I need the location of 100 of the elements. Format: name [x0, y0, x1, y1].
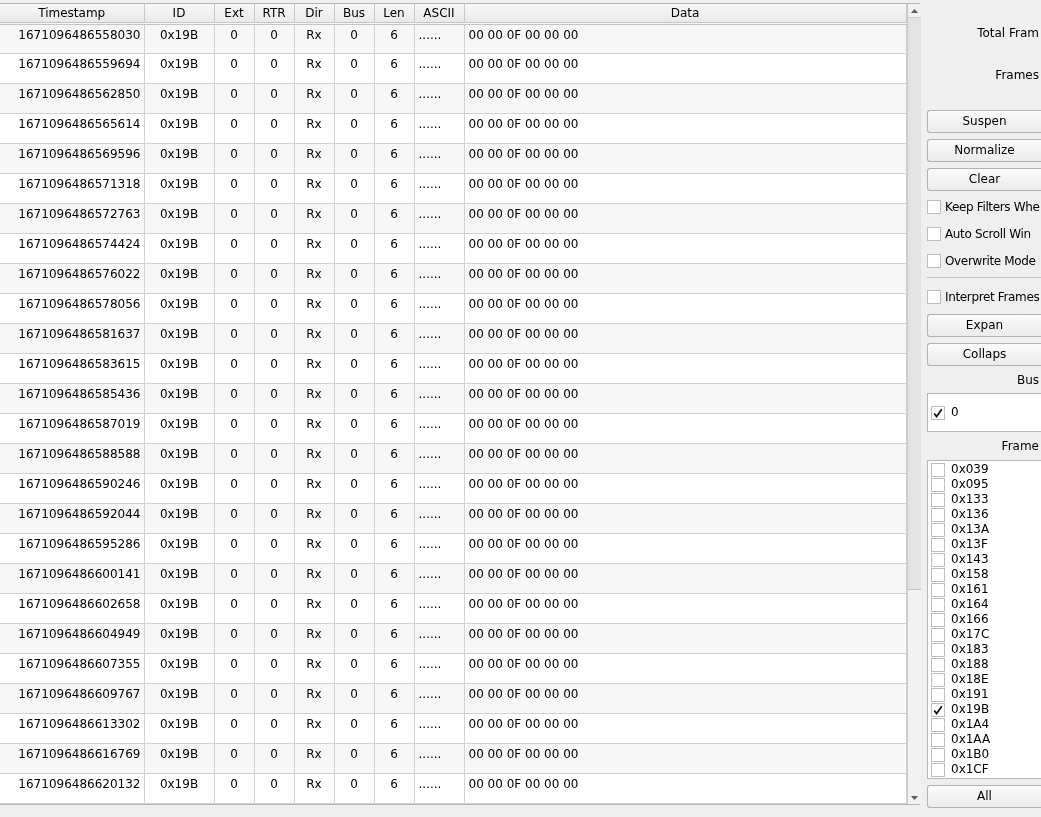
checkbox[interactable] — [927, 290, 941, 304]
checkbox[interactable] — [927, 254, 941, 268]
panel-button[interactable]: Normalize — [927, 139, 1041, 162]
list-item-label[interactable]: 0x13F — [951, 537, 988, 552]
column-header[interactable]: Ext — [214, 4, 254, 24]
checkbox[interactable] — [931, 687, 945, 702]
table-cell: 00 00 0F 00 00 00 — [464, 323, 906, 354]
checkbox-label[interactable]: Keep Filters Whe — [945, 199, 1040, 215]
list-item-label[interactable]: 0x143 — [951, 552, 989, 567]
column-header[interactable]: ASCII — [414, 4, 464, 24]
checkbox[interactable] — [931, 492, 945, 507]
column-header[interactable]: Len — [374, 4, 414, 24]
list-item-label[interactable]: 0x191 — [951, 687, 989, 702]
checkbox[interactable] — [931, 612, 945, 627]
list-item-label[interactable]: 0x17C — [951, 627, 990, 642]
checkbox-label[interactable]: Interpret Frames — [945, 289, 1040, 305]
panel-button[interactable]: Expan — [927, 314, 1041, 337]
table-cell: 00 00 0F 00 00 00 — [464, 113, 906, 144]
list-item-label[interactable]: 0x164 — [951, 597, 989, 612]
list-item-label[interactable]: 0x183 — [951, 642, 989, 657]
list-item-label[interactable]: 0x19B — [951, 702, 990, 717]
table-cell: 00 00 0F 00 00 00 — [464, 53, 906, 84]
checkbox[interactable] — [931, 642, 945, 657]
table-cell: ...... — [414, 653, 464, 684]
list-item-label[interactable]: 0x161 — [951, 582, 989, 597]
checkbox[interactable] — [931, 747, 945, 762]
table-cell: ...... — [414, 203, 464, 234]
checkbox[interactable] — [931, 582, 945, 597]
column-header[interactable]: ID — [144, 4, 214, 24]
list-item-label[interactable]: 0x095 — [951, 477, 989, 492]
table-cell: 0x19B — [144, 53, 214, 84]
checkbox-label[interactable]: Overwrite Mode — [945, 253, 1036, 269]
checkbox[interactable] — [931, 732, 945, 747]
panel-button[interactable]: Clear — [927, 168, 1041, 191]
table-cell: 0x19B — [144, 413, 214, 444]
table-cell: 00 00 0F 00 00 00 — [464, 293, 906, 324]
table-cell: 00 00 0F 00 00 00 — [464, 353, 906, 384]
checkbox[interactable] — [931, 567, 945, 582]
checkbox[interactable] — [931, 522, 945, 537]
checkbox[interactable] — [931, 507, 945, 522]
table-cell: 00 00 0F 00 00 00 — [464, 23, 906, 54]
checkbox[interactable] — [931, 717, 945, 732]
down-arrow-icon[interactable] — [910, 795, 918, 800]
list-item-label[interactable]: 0x136 — [951, 507, 989, 522]
table-cell: ...... — [414, 473, 464, 504]
table-cell: ...... — [414, 323, 464, 354]
checkbox[interactable] — [931, 657, 945, 672]
list-item-label[interactable]: 0x133 — [951, 492, 989, 507]
table-cell: 00 00 0F 00 00 00 — [464, 593, 906, 624]
table-cell: 00 00 0F 00 00 00 — [464, 383, 906, 414]
list-item-label[interactable]: 0x1CF — [951, 762, 989, 777]
panel-button[interactable]: Collaps — [927, 343, 1041, 366]
table-cell: ...... — [414, 593, 464, 624]
checkbox[interactable] — [931, 405, 945, 420]
panel-button[interactable]: Suspen — [927, 110, 1041, 133]
table-cell: 1671096486600141 — [0, 563, 144, 594]
list-item-label[interactable]: 0 — [951, 405, 959, 420]
list-item-label[interactable]: 0x158 — [951, 567, 989, 582]
table-cell: 1671096486569596 — [0, 143, 144, 174]
list-item-label[interactable]: 0x039 — [951, 462, 989, 477]
table-cell: 1671096486583615 — [0, 353, 144, 384]
list-item-label[interactable]: 0x188 — [951, 657, 989, 672]
table-cell: 0x19B — [144, 443, 214, 474]
table-cell: 1671096486559694 — [0, 53, 144, 84]
panel-label: Frames — [994, 67, 1040, 84]
table-cell: 1671096486604949 — [0, 623, 144, 654]
checkbox[interactable] — [931, 672, 945, 687]
checkbox[interactable] — [931, 537, 945, 552]
panel-button[interactable]: All — [927, 785, 1041, 808]
list-item-label[interactable]: 0x1AA — [951, 732, 991, 747]
list-box[interactable]: 0x039 0x095 0x133 0x136 0x13A 0x13F 0x143 0x158 0x161 0x164 0x166 0x17C 0x183 0x188 0x18E 0x191 0x19B 0x1A4 0x1AA 0x1B0 0x1CF — [927, 460, 1041, 779]
checkbox[interactable] — [931, 552, 945, 567]
checkbox[interactable] — [931, 462, 945, 477]
list-item-label[interactable]: 0x1A4 — [951, 717, 990, 732]
checkbox[interactable] — [931, 477, 945, 492]
table-cell: 1671096486571318 — [0, 173, 144, 204]
column-header[interactable]: Dir — [294, 4, 334, 24]
table-cell: ...... — [414, 143, 464, 174]
checkbox[interactable] — [931, 762, 945, 777]
list-box[interactable]: 0 — [927, 393, 1041, 432]
checkbox[interactable] — [927, 200, 941, 214]
scrollbar-thumb[interactable] — [907, 17, 921, 590]
checkbox[interactable] — [927, 227, 941, 241]
up-arrow-icon[interactable] — [910, 8, 918, 13]
checkbox[interactable] — [931, 702, 945, 717]
column-header[interactable]: Data — [464, 4, 906, 24]
list-item-label[interactable]: 0x166 — [951, 612, 989, 627]
list-item-label[interactable]: 0x18E — [951, 672, 989, 687]
checkbox[interactable] — [931, 627, 945, 642]
table-cell: 00 00 0F 00 00 00 — [464, 533, 906, 564]
table-cell: 0x19B — [144, 233, 214, 264]
checkbox[interactable] — [931, 597, 945, 612]
checkbox-label[interactable]: Auto Scroll Win — [945, 226, 1031, 242]
table-cell: 0x19B — [144, 263, 214, 294]
column-header[interactable]: Bus — [334, 4, 374, 24]
column-header[interactable]: Timestamp — [0, 4, 144, 24]
list-item-label[interactable]: 0x1B0 — [951, 747, 990, 762]
table-cell: 1671096486602658 — [0, 593, 144, 624]
column-header[interactable]: RTR — [254, 4, 294, 24]
list-item-label[interactable]: 0x13A — [951, 522, 990, 537]
